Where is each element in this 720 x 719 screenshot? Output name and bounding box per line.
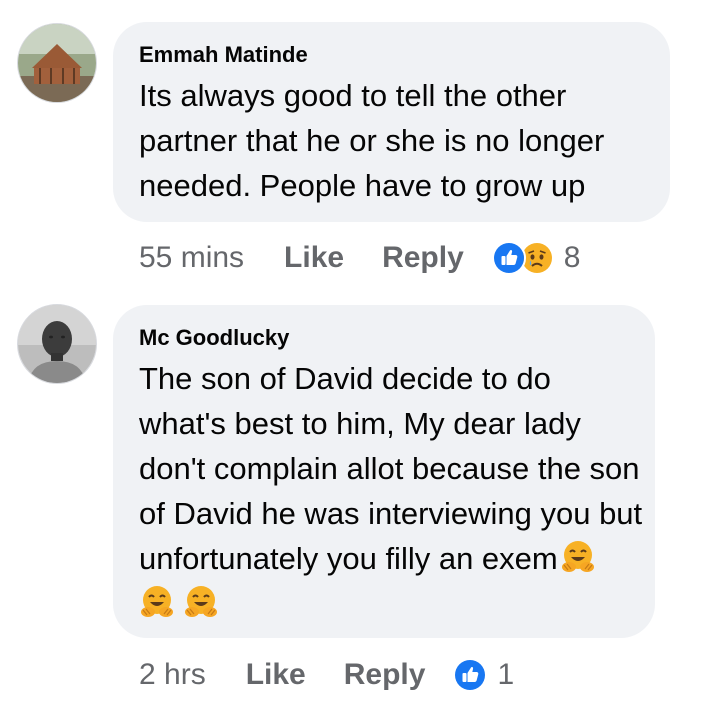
reactions-summary[interactable]: 1 (453, 658, 514, 692)
like-button[interactable]: Like (284, 241, 344, 275)
reaction-count: 1 (497, 658, 515, 691)
comment-author[interactable]: Mc Goodlucky (139, 325, 289, 351)
avatar-person-photo (18, 305, 96, 383)
comment-text: The son of David decide to do what's bes… (139, 356, 643, 626)
comment-bubble: Emmah Matinde Its always good to tell th… (113, 22, 670, 222)
reactions-summary[interactable]: 8 (491, 241, 581, 275)
comment-text: Its always good to tell the other partne… (139, 78, 605, 203)
comment-actions: 55 mins Like Reply 8 (139, 238, 580, 278)
avatar[interactable] (17, 23, 97, 103)
reply-button[interactable]: Reply (344, 658, 426, 692)
comment-bubble: Mc Goodlucky The son of David decide to … (113, 305, 655, 638)
hugging-face-emoji (183, 584, 219, 620)
reply-button[interactable]: Reply (382, 241, 464, 275)
like-icon (491, 241, 526, 275)
reaction-count: 8 (563, 241, 581, 274)
comment-time[interactable]: 2 hrs (139, 658, 206, 692)
hugging-face-emoji (139, 584, 175, 620)
avatar[interactable] (17, 304, 97, 384)
hugging-face-emoji (560, 539, 596, 575)
like-icon (453, 658, 488, 692)
like-button[interactable]: Like (246, 658, 306, 692)
comment-actions: 2 hrs Like Reply 1 (139, 655, 514, 695)
avatar-hut-photo (18, 24, 96, 102)
comment-time[interactable]: 55 mins (139, 241, 244, 275)
comment-author[interactable]: Emmah Matinde (139, 42, 308, 68)
